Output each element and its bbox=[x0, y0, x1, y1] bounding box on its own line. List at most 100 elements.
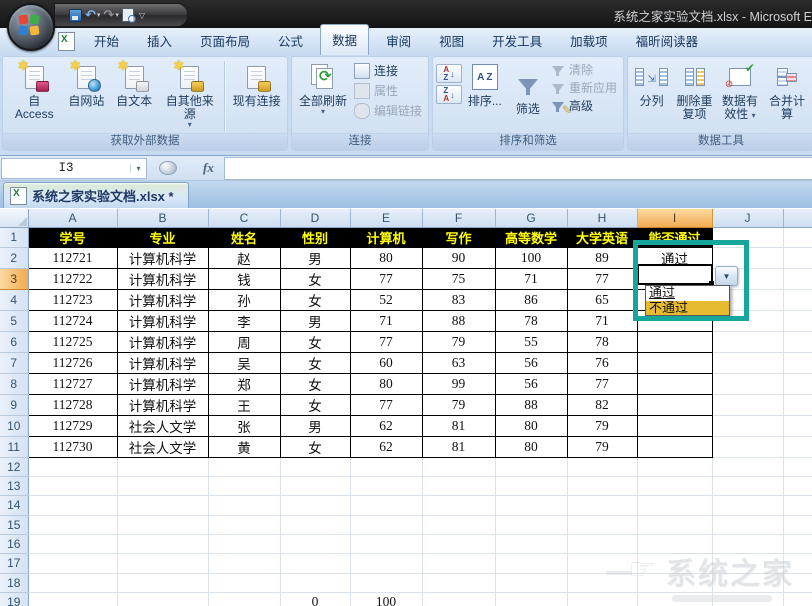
cell-F1[interactable]: 写作 bbox=[422, 227, 495, 247]
cell-C8[interactable]: 郑 bbox=[208, 373, 280, 394]
name-box[interactable]: I3 ▾ bbox=[1, 158, 147, 179]
column-header-H[interactable]: H bbox=[567, 209, 637, 227]
cell-E17[interactable] bbox=[350, 554, 422, 573]
cell-J13[interactable] bbox=[712, 476, 783, 495]
cell-I9[interactable] bbox=[637, 394, 712, 415]
select-all-corner[interactable] bbox=[0, 209, 28, 227]
cell-C18[interactable] bbox=[208, 573, 280, 592]
cell-E2[interactable]: 80 bbox=[350, 247, 422, 268]
cell-K7[interactable] bbox=[783, 352, 812, 373]
cell-A15[interactable] bbox=[28, 515, 117, 534]
cell-E13[interactable] bbox=[350, 476, 422, 495]
column-header-J[interactable]: J bbox=[712, 209, 783, 227]
cell-B9[interactable]: 计算机科学 bbox=[117, 394, 208, 415]
cell-A19[interactable] bbox=[28, 592, 117, 606]
cell-I6[interactable] bbox=[637, 331, 712, 352]
cell-H18[interactable] bbox=[567, 573, 637, 592]
cell-E11[interactable]: 62 bbox=[350, 436, 422, 457]
cell-A10[interactable]: 112729 bbox=[28, 415, 117, 436]
tab-review[interactable]: 审阅 bbox=[375, 26, 422, 55]
row-header-12[interactable]: 12 bbox=[0, 457, 28, 476]
row-header-5[interactable]: 5 bbox=[0, 310, 28, 331]
row-header-4[interactable]: 4 bbox=[0, 289, 28, 310]
cell-C15[interactable] bbox=[208, 515, 280, 534]
cell-C1[interactable]: 姓名 bbox=[208, 227, 280, 247]
cell-B10[interactable]: 社会人文学 bbox=[117, 415, 208, 436]
cell-D11[interactable]: 女 bbox=[280, 436, 350, 457]
cell-G10[interactable]: 80 bbox=[495, 415, 567, 436]
cell-E12[interactable] bbox=[350, 457, 422, 476]
cell-D10[interactable]: 男 bbox=[280, 415, 350, 436]
row-header-2[interactable]: 2 bbox=[0, 247, 28, 268]
sort-descending-button[interactable]: ZA↓ bbox=[436, 85, 462, 104]
cell-K14[interactable] bbox=[783, 496, 812, 515]
cell-G11[interactable]: 80 bbox=[495, 436, 567, 457]
cell-K5[interactable] bbox=[783, 310, 812, 331]
cell-G3[interactable]: 71 bbox=[495, 268, 567, 289]
row-header-15[interactable]: 15 bbox=[0, 515, 28, 534]
cell-G18[interactable] bbox=[495, 573, 567, 592]
row-header-7[interactable]: 7 bbox=[0, 352, 28, 373]
cell-K19[interactable] bbox=[783, 592, 812, 606]
cell-B16[interactable] bbox=[117, 534, 208, 553]
remove-duplicates-button[interactable]: 删除重复项 bbox=[672, 59, 717, 133]
cell-D9[interactable]: 女 bbox=[280, 394, 350, 415]
cell-J12[interactable] bbox=[712, 457, 783, 476]
cell-A9[interactable]: 112728 bbox=[28, 394, 117, 415]
column-header-G[interactable]: G bbox=[495, 209, 567, 227]
cell-K9[interactable] bbox=[783, 394, 812, 415]
cell-D4[interactable]: 女 bbox=[280, 289, 350, 310]
cell-H3[interactable]: 77 bbox=[567, 268, 637, 289]
cell-F14[interactable] bbox=[422, 496, 495, 515]
from-access-button[interactable]: ✱ 自 Access bbox=[6, 59, 62, 133]
row-header-19[interactable]: 19 bbox=[0, 592, 28, 606]
cell-F5[interactable]: 88 bbox=[422, 310, 495, 331]
tab-addins[interactable]: 加载项 bbox=[559, 26, 619, 55]
cell-C6[interactable]: 周 bbox=[208, 331, 280, 352]
cell-H4[interactable]: 65 bbox=[567, 289, 637, 310]
cell-B8[interactable]: 计算机科学 bbox=[117, 373, 208, 394]
cell-J18[interactable] bbox=[712, 573, 783, 592]
cell-E4[interactable]: 52 bbox=[350, 289, 422, 310]
cell-I15[interactable] bbox=[637, 515, 712, 534]
consolidate-button[interactable]: 合并计算 bbox=[763, 59, 811, 133]
row-header-8[interactable]: 8 bbox=[0, 373, 28, 394]
cell-A5[interactable]: 112724 bbox=[28, 310, 117, 331]
cell-E5[interactable]: 71 bbox=[350, 310, 422, 331]
cell-F7[interactable]: 63 bbox=[422, 352, 495, 373]
save-icon[interactable] bbox=[69, 9, 82, 22]
cell-A4[interactable]: 112723 bbox=[28, 289, 117, 310]
cell-H16[interactable] bbox=[567, 534, 637, 553]
cell-J8[interactable] bbox=[712, 373, 783, 394]
cell-H12[interactable] bbox=[567, 457, 637, 476]
row-header-16[interactable]: 16 bbox=[0, 534, 28, 553]
cell-E16[interactable] bbox=[350, 534, 422, 553]
cell-K18[interactable] bbox=[783, 573, 812, 592]
cell-G16[interactable] bbox=[495, 534, 567, 553]
cell-B5[interactable]: 计算机科学 bbox=[117, 310, 208, 331]
cell-C14[interactable] bbox=[208, 496, 280, 515]
cell-I16[interactable] bbox=[637, 534, 712, 553]
cell-C2[interactable]: 赵 bbox=[208, 247, 280, 268]
cell-A6[interactable]: 112725 bbox=[28, 331, 117, 352]
text-to-columns-button[interactable]: ⇲ 分列 bbox=[631, 59, 672, 133]
cell-B18[interactable] bbox=[117, 573, 208, 592]
cell-A13[interactable] bbox=[28, 476, 117, 495]
tab-developer[interactable]: 开发工具 bbox=[481, 26, 553, 55]
cell-K3[interactable] bbox=[783, 268, 812, 289]
data-validation-button[interactable]: 数据有效性 ▾ bbox=[717, 59, 763, 133]
cell-H8[interactable]: 77 bbox=[567, 373, 637, 394]
cell-C10[interactable]: 张 bbox=[208, 415, 280, 436]
cell-J7[interactable] bbox=[712, 352, 783, 373]
cell-B3[interactable]: 计算机科学 bbox=[117, 268, 208, 289]
column-header-B[interactable]: B bbox=[117, 209, 208, 227]
cell-J11[interactable] bbox=[712, 436, 783, 457]
cell-D16[interactable] bbox=[280, 534, 350, 553]
cell-K13[interactable] bbox=[783, 476, 812, 495]
cell-G4[interactable]: 86 bbox=[495, 289, 567, 310]
cell-C7[interactable]: 吴 bbox=[208, 352, 280, 373]
cell-C16[interactable] bbox=[208, 534, 280, 553]
column-header-I[interactable]: I bbox=[637, 209, 712, 227]
cell-E10[interactable]: 62 bbox=[350, 415, 422, 436]
cell-H15[interactable] bbox=[567, 515, 637, 534]
